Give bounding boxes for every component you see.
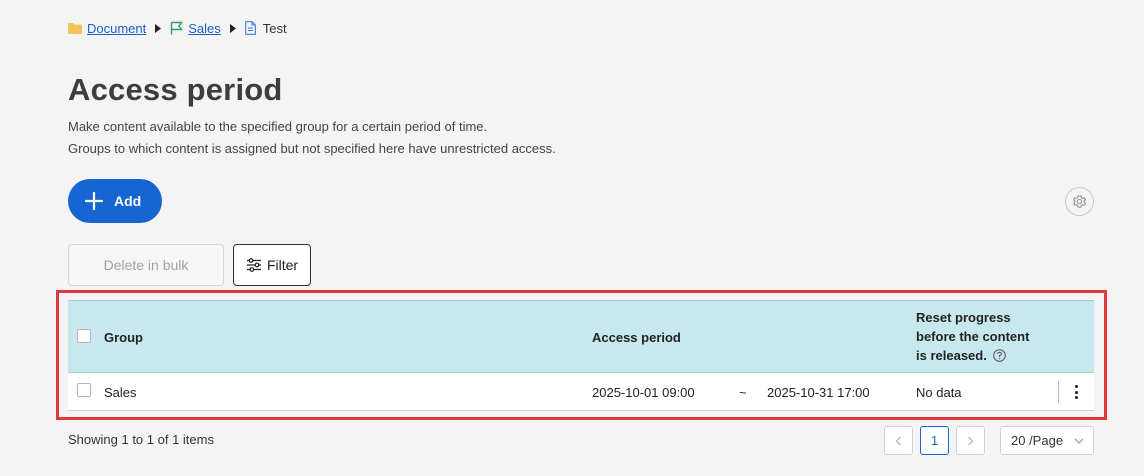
plus-icon [84, 191, 104, 211]
highlight-box [56, 290, 1107, 420]
filter-button[interactable]: Filter [233, 244, 311, 286]
current-page-label: 1 [930, 433, 939, 448]
add-button-label: Add [114, 193, 142, 209]
breadcrumb-link-document[interactable]: Document [87, 21, 146, 36]
page-number-button[interactable]: 1 [920, 426, 949, 455]
breadcrumb-link-sales[interactable]: Sales [188, 21, 221, 36]
page-size-value: 20 /Page [1011, 433, 1064, 448]
chevron-left-icon [895, 436, 902, 446]
page-size-select[interactable]: 20 /Page [1000, 426, 1094, 455]
flag-icon [169, 21, 183, 35]
settings-button[interactable] [1065, 187, 1094, 216]
breadcrumb-item-document[interactable]: Document [68, 21, 146, 36]
breadcrumb-item-sales[interactable]: Sales [169, 21, 221, 36]
caret-right-icon [229, 23, 236, 33]
add-button[interactable]: Add [68, 179, 162, 223]
breadcrumb-current-test: Test [262, 20, 287, 36]
folder-icon [68, 21, 82, 35]
prev-page-button[interactable] [884, 426, 913, 455]
next-page-button[interactable] [956, 426, 985, 455]
file-icon [244, 21, 258, 35]
gear-icon [1072, 194, 1087, 209]
delete-in-bulk-label: Delete in bulk [103, 257, 189, 273]
page-description-line2: Groups to which content is assigned but … [68, 141, 556, 156]
caret-right-icon [155, 23, 162, 33]
page-description-line1: Make content available to the specified … [68, 119, 488, 134]
chevron-right-icon [967, 436, 974, 446]
breadcrumb: Document Sales Test [68, 20, 287, 36]
sliders-icon [246, 257, 262, 273]
page-title: Access period [68, 72, 283, 107]
delete-in-bulk-button[interactable]: Delete in bulk [68, 244, 224, 286]
filter-label: Filter [266, 257, 299, 273]
showing-items-text: Showing 1 to 1 of 1 items [68, 432, 214, 447]
breadcrumb-item-test: Test [244, 21, 287, 36]
chevron-down-icon [1074, 436, 1084, 446]
